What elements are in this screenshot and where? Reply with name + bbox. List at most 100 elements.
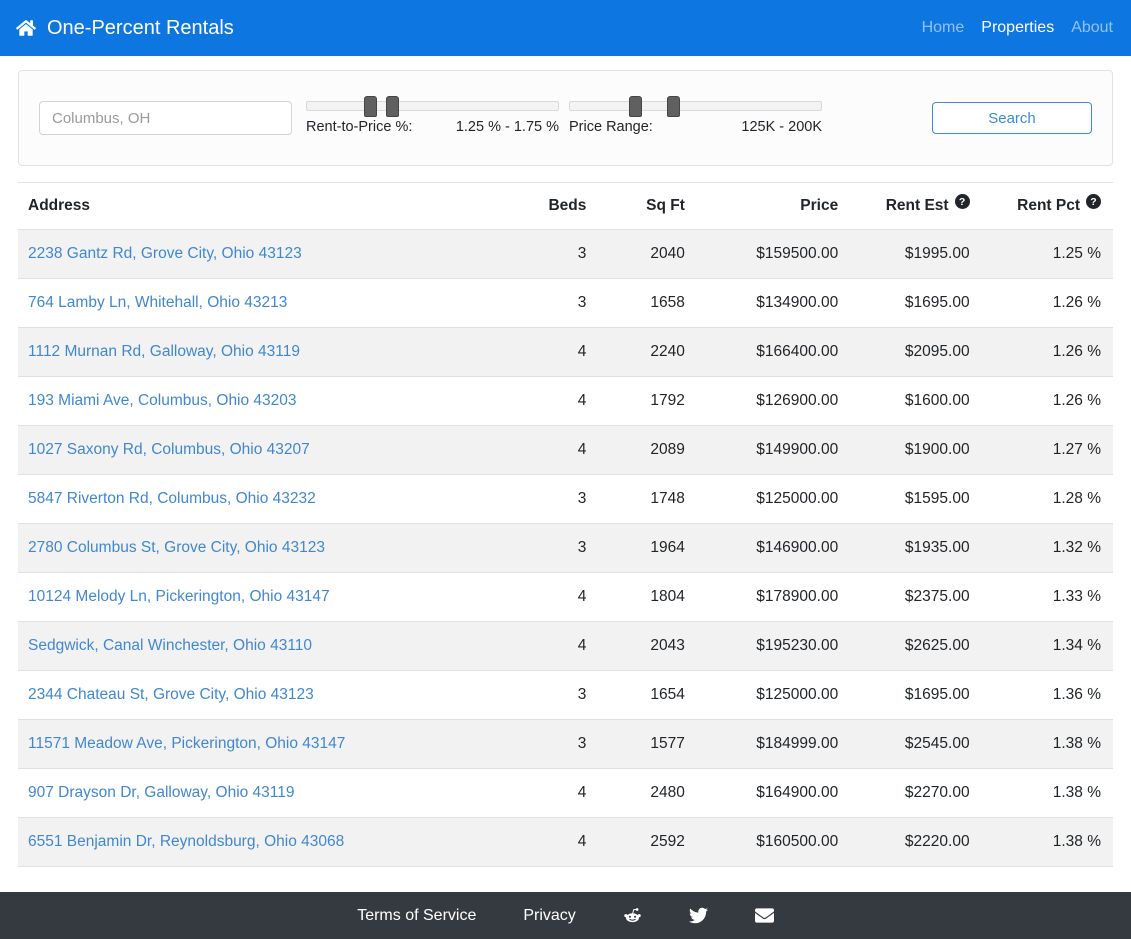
beds-cell: 3 [510,278,599,328]
sqft-cell: 2480 [598,768,697,818]
header-sqft: Sq Ft [598,182,697,230]
nav-link-about[interactable]: About [1071,19,1113,37]
rent-pct-cell: 1.26 % [981,376,1113,426]
rent-to-price-min-handle[interactable] [363,96,377,117]
address-link[interactable]: 1027 Saxony Rd, Columbus, Ohio 43207 [28,441,310,458]
address-link[interactable]: 2344 Chateau St, Grove City, Ohio 43123 [28,686,314,703]
sqft-cell: 2043 [598,621,697,671]
sqft-cell: 1748 [598,474,697,524]
rent-est-cell: $2220.00 [850,817,982,867]
beds-cell: 4 [510,327,599,377]
rent-to-price-meta: Rent-to-Price %: 1.25 % - 1.75 % [306,119,559,135]
terms-of-service-link[interactable]: Terms of Service [357,907,476,925]
header-beds: Beds [510,182,599,230]
price-cell: $134900.00 [696,278,851,328]
brand-title: One-Percent Rentals [47,16,234,39]
question-circle-icon[interactable]: ? [1086,194,1101,209]
address-link[interactable]: 764 Lamby Ln, Whitehall, Ohio 43213 [28,294,287,311]
search-button[interactable]: Search [932,102,1092,134]
nav-link-properties[interactable]: Properties [981,19,1054,37]
rent-pct-cell: 1.34 % [981,621,1113,671]
location-input[interactable] [39,101,292,135]
price-cell: $159500.00 [696,229,851,279]
privacy-link[interactable]: Privacy [523,907,575,925]
address-link[interactable]: 907 Drayson Dr, Galloway, Ohio 43119 [28,784,295,801]
price-range-max-handle[interactable] [666,96,680,117]
beds-cell: 4 [510,817,599,867]
price-cell: $125000.00 [696,670,851,720]
table-row: 2238 Gantz Rd, Grove City, Ohio 43123 3 … [18,229,1113,279]
nav-link-home[interactable]: Home [922,19,965,37]
sqft-cell: 2240 [598,327,697,377]
address-link[interactable]: 5847 Riverton Rd, Columbus, Ohio 43232 [28,490,316,507]
table-row: 11571 Meadow Ave, Pickerington, Ohio 431… [18,719,1113,769]
price-cell: $146900.00 [696,523,851,573]
price-cell: $160500.00 [696,817,851,867]
address-link[interactable]: 2238 Gantz Rd, Grove City, Ohio 43123 [28,245,302,262]
reddit-icon[interactable] [623,906,642,925]
twitter-icon[interactable] [688,906,708,925]
rent-est-cell: $2545.00 [850,719,982,769]
address-cell: 11571 Meadow Ave, Pickerington, Ohio 431… [18,719,511,769]
address-link[interactable]: 6551 Benjamin Dr, Reynoldsburg, Ohio 430… [28,833,344,850]
address-link[interactable]: 10124 Melody Ln, Pickerington, Ohio 4314… [28,588,330,605]
header-address: Address [18,182,511,230]
rent-est-cell: $2095.00 [850,327,982,377]
price-range-label: Price Range: [569,119,653,135]
rent-pct-cell: 1.26 % [981,278,1113,328]
address-link[interactable]: 193 Miami Ave, Columbus, Ohio 43203 [28,392,297,409]
rent-est-cell: $1935.00 [850,523,982,573]
table-header: Address Beds Sq Ft Price Rent Est? Rent … [18,182,1113,230]
price-range-slider-group: Price Range: 125K - 200K [569,96,822,135]
price-cell: $164900.00 [696,768,851,818]
beds-cell: 3 [510,229,599,279]
sqft-cell: 1792 [598,376,697,426]
price-cell: $178900.00 [696,572,851,622]
header-rent-pct: Rent Pct? [981,182,1113,230]
address-link[interactable]: 2780 Columbus St, Grove City, Ohio 43123 [28,539,325,556]
address-cell: 2344 Chateau St, Grove City, Ohio 43123 [18,670,511,720]
envelope-icon[interactable] [754,906,774,925]
rent-to-price-slider-track[interactable] [306,96,559,117]
address-cell: 1112 Murnan Rd, Galloway, Ohio 43119 [18,327,511,377]
rent-to-price-value: 1.25 % - 1.75 % [455,119,559,135]
rent-pct-cell: 1.36 % [981,670,1113,720]
table-row: 907 Drayson Dr, Galloway, Ohio 43119 4 2… [18,768,1113,818]
rent-to-price-label: Rent-to-Price %: [306,119,413,135]
navbar: One-Percent Rentals Home Properties Abou… [0,0,1131,56]
table-row: 5847 Riverton Rd, Columbus, Ohio 43232 3… [18,474,1113,524]
price-range-min-handle[interactable] [629,96,643,117]
address-cell: 193 Miami Ave, Columbus, Ohio 43203 [18,376,511,426]
rent-pct-cell: 1.38 % [981,768,1113,818]
price-range-slider-track[interactable] [569,96,822,117]
rent-to-price-max-handle[interactable] [386,96,400,117]
table-row: 1027 Saxony Rd, Columbus, Ohio 43207 4 2… [18,425,1113,475]
address-cell: 5847 Riverton Rd, Columbus, Ohio 43232 [18,474,511,524]
price-cell: $125000.00 [696,474,851,524]
address-link[interactable]: 1112 Murnan Rd, Galloway, Ohio 43119 [28,343,300,360]
rent-est-cell: $1600.00 [850,376,982,426]
address-cell: 10124 Melody Ln, Pickerington, Ohio 4314… [18,572,511,622]
price-cell: $195230.00 [696,621,851,671]
address-cell: 907 Drayson Dr, Galloway, Ohio 43119 [18,768,511,818]
address-link[interactable]: 11571 Meadow Ave, Pickerington, Ohio 431… [28,735,345,752]
rent-est-cell: $1695.00 [850,670,982,720]
properties-table: Address Beds Sq Ft Price Rent Est? Rent … [18,182,1113,867]
rent-pct-cell: 1.38 % [981,719,1113,769]
sqft-cell: 2040 [598,229,697,279]
rent-to-price-slider-group: Rent-to-Price %: 1.25 % - 1.75 % [306,96,559,135]
brand-link[interactable]: One-Percent Rentals [16,17,234,40]
question-circle-icon[interactable]: ? [954,194,970,209]
rent-pct-cell: 1.26 % [981,327,1113,377]
address-cell: 6551 Benjamin Dr, Reynoldsburg, Ohio 430… [18,817,511,867]
table-row: 1112 Murnan Rd, Galloway, Ohio 43119 4 2… [18,327,1113,377]
table-row: 193 Miami Ave, Columbus, Ohio 43203 4 17… [18,376,1113,426]
address-link[interactable]: Sedgwick, Canal Winchester, Ohio 43110 [28,637,312,654]
beds-cell: 4 [510,572,599,622]
rent-pct-cell: 1.27 % [981,425,1113,475]
nav-links: Home Properties About [922,19,1115,37]
sqft-cell: 1658 [598,278,697,328]
sqft-cell: 1577 [598,719,697,769]
price-range-value: 125K - 200K [741,119,822,135]
price-range-meta: Price Range: 125K - 200K [569,119,822,135]
